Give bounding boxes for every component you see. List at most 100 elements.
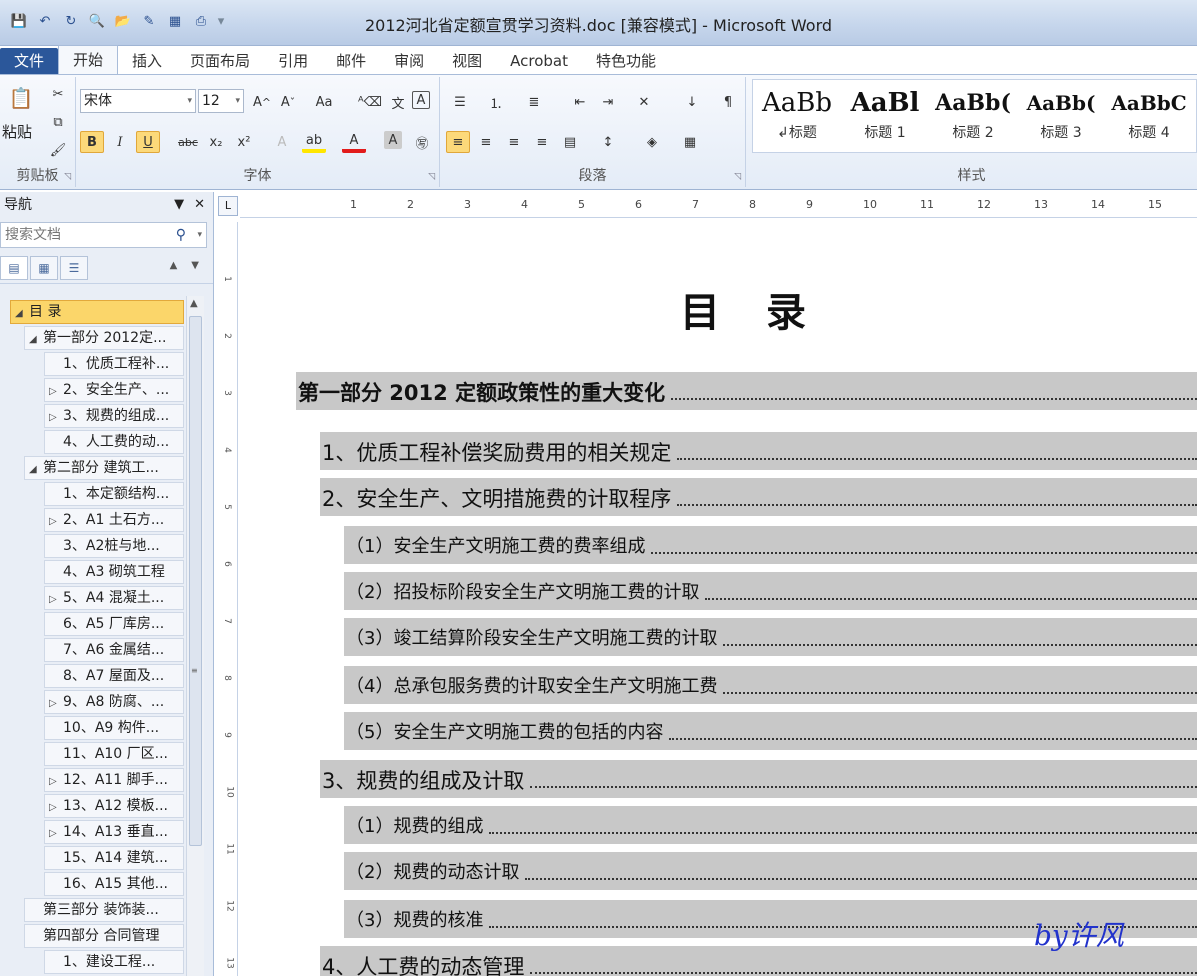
- horizontal-ruler[interactable]: 1 2 3 4 5 6 7 8 9 10 11 12 13 14 15: [240, 194, 1197, 218]
- paragraph-launcher-icon[interactable]: ◹: [734, 172, 741, 182]
- tab-1[interactable]: 开始: [58, 45, 119, 74]
- tab-4[interactable]: 引用: [264, 48, 322, 74]
- asian-layout-icon[interactable]: ✕: [632, 91, 656, 113]
- increase-indent-icon[interactable]: ⇥: [596, 91, 620, 113]
- align-center-button[interactable]: ≡: [474, 131, 498, 153]
- toc-entry[interactable]: （1）规费的组成: [344, 806, 1197, 844]
- nav-heading-item[interactable]: ◢ 第二部分 建筑工...: [24, 456, 184, 480]
- nav-heading-item[interactable]: ▷ 2、A1 土石方...: [44, 508, 184, 532]
- toc-entry[interactable]: 1、优质工程补偿奖励费用的相关规定: [320, 432, 1197, 470]
- nav-heading-item[interactable]: 第四部分 合同管理: [24, 924, 184, 948]
- nav-heading-item[interactable]: ◢ 第一部分 2012定...: [24, 326, 184, 350]
- change-case-icon[interactable]: Aa: [312, 91, 336, 113]
- nav-heading-item[interactable]: 11、A10 厂区...: [44, 742, 184, 766]
- tab-7[interactable]: 视图: [438, 48, 496, 74]
- search-input[interactable]: 搜索文档 ⚲ ▾: [0, 222, 207, 248]
- nav-heading-item[interactable]: 1、优质工程补...: [44, 352, 184, 376]
- nav-heading-item[interactable]: 4、人工费的动...: [44, 430, 184, 454]
- toc-entry[interactable]: 第一部分 2012 定额政策性的重大变化: [296, 372, 1197, 410]
- nav-menu-icon[interactable]: ▼: [174, 192, 184, 218]
- nav-heading-item[interactable]: 15、A14 建筑...: [44, 846, 184, 870]
- shrink-font-icon[interactable]: Aˇ: [276, 91, 300, 113]
- nav-heading-item[interactable]: 4、A3 砌筑工程: [44, 560, 184, 584]
- numbering-icon[interactable]: ⒈: [484, 91, 508, 113]
- paste-icon[interactable]: 📋: [6, 83, 36, 113]
- clear-format-icon[interactable]: ᴬ⌫: [358, 91, 382, 113]
- distributed-button[interactable]: ▤: [558, 131, 582, 153]
- nav-heading-item[interactable]: ◢ 目 录: [10, 300, 184, 324]
- nav-heading-item[interactable]: ▷ 14、A13 垂直...: [44, 820, 184, 844]
- align-right-button[interactable]: ≡: [502, 131, 526, 153]
- nav-heading-item[interactable]: 3、A2桩与地...: [44, 534, 184, 558]
- superscript-button[interactable]: x²: [232, 131, 256, 153]
- nav-heading-item[interactable]: ▷ 9、A8 防腐、...: [44, 690, 184, 714]
- collapse-icon[interactable]: ◢: [29, 329, 43, 349]
- font-name-combo[interactable]: 宋体 ▾: [80, 89, 196, 113]
- style-item[interactable]: AaBb ↲标题: [753, 80, 841, 152]
- expand-icon[interactable]: ▷: [49, 589, 63, 609]
- tab-3[interactable]: 页面布局: [176, 48, 264, 74]
- nav-heading-item[interactable]: ▷ 13、A12 模板...: [44, 794, 184, 818]
- toc-entry[interactable]: （4）总承包服务费的计取安全生产文明施工费: [344, 666, 1197, 704]
- nav-heading-item[interactable]: 6、A5 厂库房...: [44, 612, 184, 636]
- next-heading-icon[interactable]: ▼: [191, 260, 199, 271]
- expand-icon[interactable]: ▷: [49, 797, 63, 817]
- tab-6[interactable]: 审阅: [380, 48, 438, 74]
- toc-entry[interactable]: （2）规费的动态计取: [344, 852, 1197, 890]
- font-size-combo[interactable]: 12 ▾: [198, 89, 244, 113]
- toc-entry[interactable]: （2）招投标阶段安全生产文明施工费的计取: [344, 572, 1197, 610]
- expand-icon[interactable]: ▷: [49, 511, 63, 531]
- tab-8[interactable]: Acrobat: [496, 48, 582, 74]
- scroll-up-icon[interactable]: ▲: [190, 298, 198, 309]
- bold-button[interactable]: B: [80, 131, 104, 153]
- enclose-character-icon[interactable]: ㊢: [410, 131, 434, 153]
- scroll-thumb[interactable]: [189, 316, 202, 846]
- sort-icon[interactable]: ↓: [680, 91, 704, 113]
- close-icon[interactable]: ✕: [194, 192, 205, 218]
- toc-entry[interactable]: （1）安全生产文明施工费的费率组成: [344, 526, 1197, 564]
- align-left-button[interactable]: ≡: [446, 131, 470, 153]
- copy-icon[interactable]: ⧉: [46, 111, 70, 133]
- toc-entry[interactable]: （3）竣工结算阶段安全生产文明施工费的计取: [344, 618, 1197, 656]
- justify-button[interactable]: ≡: [530, 131, 554, 153]
- nav-heading-item[interactable]: ▷ 2、安全生产、...: [44, 378, 184, 402]
- expand-icon[interactable]: ▷: [49, 693, 63, 713]
- subscript-button[interactable]: x₂: [204, 131, 228, 153]
- nav-heading-item[interactable]: ▷ 12、A11 脚手...: [44, 768, 184, 792]
- multilevel-list-icon[interactable]: ≣: [522, 91, 546, 113]
- tab-2[interactable]: 插入: [118, 48, 176, 74]
- show-marks-icon[interactable]: ¶: [716, 91, 740, 113]
- underline-button[interactable]: U: [136, 131, 160, 153]
- bullets-icon[interactable]: ☰: [448, 91, 472, 113]
- expand-icon[interactable]: ▷: [49, 407, 63, 427]
- nav-heading-item[interactable]: 10、A9 构件...: [44, 716, 184, 740]
- expand-icon[interactable]: ▷: [49, 771, 63, 791]
- nav-heading-item[interactable]: 1、本定额结构...: [44, 482, 184, 506]
- collapse-icon[interactable]: ◢: [15, 303, 29, 323]
- vertical-ruler[interactable]: 1 2 3 4 5 6 7 8 9 10 11 12 13: [220, 222, 238, 976]
- font-color-icon[interactable]: A: [342, 131, 366, 153]
- tab-results-icon[interactable]: ☰: [60, 256, 88, 280]
- nav-heading-item[interactable]: 8、A7 屋面及...: [44, 664, 184, 688]
- collapse-icon[interactable]: ◢: [29, 459, 43, 479]
- decrease-indent-icon[interactable]: ⇤: [568, 91, 592, 113]
- style-item[interactable]: AaBl 标题 1: [841, 80, 929, 152]
- character-border-icon[interactable]: A: [412, 91, 430, 109]
- nav-heading-item[interactable]: 第三部分 装饰装...: [24, 898, 184, 922]
- italic-button[interactable]: I: [108, 131, 132, 153]
- tab-pages-icon[interactable]: ▦: [30, 256, 58, 280]
- search-icon[interactable]: ⚲: [176, 223, 186, 247]
- format-painter-icon[interactable]: 🖌: [46, 139, 70, 161]
- highlight-icon[interactable]: ab: [302, 131, 326, 153]
- cut-icon[interactable]: ✂: [46, 83, 70, 105]
- toc-entry[interactable]: 2、安全生产、文明措施费的计取程序: [320, 478, 1197, 516]
- tab-0[interactable]: 文件: [0, 48, 59, 74]
- toc-entry[interactable]: 3、规费的组成及计取: [320, 760, 1197, 798]
- nav-heading-item[interactable]: 1、建设工程...: [44, 950, 184, 974]
- tab-5[interactable]: 邮件: [322, 48, 380, 74]
- clipboard-launcher-icon[interactable]: ◹: [64, 172, 71, 182]
- previous-heading-icon[interactable]: ▲: [170, 260, 178, 271]
- nav-heading-item[interactable]: 7、A6 金属结...: [44, 638, 184, 662]
- tab-selector-icon[interactable]: L: [218, 196, 238, 216]
- style-item[interactable]: AaBb(标题 2: [929, 80, 1017, 152]
